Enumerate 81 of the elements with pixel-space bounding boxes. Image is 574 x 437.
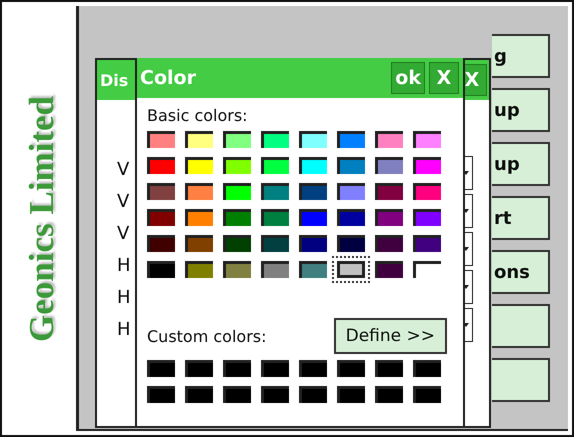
row-label: H — [117, 320, 131, 340]
color-swatch[interactable] — [299, 235, 327, 252]
color-swatch[interactable] — [375, 261, 403, 278]
custom-color-swatch[interactable] — [261, 386, 289, 403]
custom-color-swatch[interactable] — [375, 386, 403, 403]
color-swatch[interactable] — [413, 131, 441, 148]
color-swatch[interactable] — [147, 261, 175, 278]
color-swatch[interactable] — [337, 183, 365, 200]
color-swatch[interactable] — [185, 131, 213, 148]
color-swatch[interactable] — [413, 209, 441, 226]
menu-button[interactable]: rt — [492, 196, 550, 240]
color-swatch[interactable] — [147, 183, 175, 200]
menu-button[interactable]: up — [492, 88, 550, 132]
custom-color-swatch[interactable] — [223, 360, 251, 377]
custom-color-swatch[interactable] — [299, 360, 327, 377]
color-swatch[interactable] — [375, 209, 403, 226]
custom-color-swatch[interactable] — [337, 360, 365, 377]
color-swatch[interactable] — [185, 157, 213, 174]
custom-color-swatch[interactable] — [147, 360, 175, 377]
color-swatch[interactable] — [223, 209, 251, 226]
define-button[interactable]: Define >> — [334, 318, 447, 354]
menu-button[interactable]: g — [492, 34, 550, 78]
color-swatch[interactable] — [147, 131, 175, 148]
basic-colors-label: Basic colors: — [147, 106, 249, 125]
color-swatch[interactable] — [375, 157, 403, 174]
color-swatch[interactable] — [375, 235, 403, 252]
row-label: V — [117, 160, 130, 180]
color-swatch[interactable] — [223, 235, 251, 252]
color-swatch[interactable] — [299, 157, 327, 174]
color-swatch[interactable] — [299, 261, 327, 278]
row-label: V — [117, 224, 130, 244]
color-swatch[interactable] — [299, 131, 327, 148]
color-swatch[interactable] — [185, 235, 213, 252]
custom-color-swatch[interactable] — [337, 386, 365, 403]
color-swatch[interactable] — [223, 261, 251, 278]
row-label: V — [117, 192, 130, 212]
dialog-title: Dis — [99, 70, 128, 90]
color-swatch[interactable] — [147, 235, 175, 252]
color-swatch[interactable] — [147, 209, 175, 226]
custom-color-swatch[interactable] — [147, 386, 175, 403]
color-swatch[interactable] — [337, 157, 365, 174]
company-logo: Geonics Limited — [22, 96, 62, 342]
row-label: H — [117, 288, 131, 308]
color-swatch[interactable] — [223, 157, 251, 174]
menu-button[interactable]: ons — [492, 250, 550, 294]
color-swatch[interactable] — [375, 131, 403, 148]
custom-color-swatch[interactable] — [413, 360, 441, 377]
color-swatch[interactable] — [223, 183, 251, 200]
color-swatch[interactable] — [299, 183, 327, 200]
color-swatch[interactable] — [413, 157, 441, 174]
row-label: H — [117, 256, 131, 276]
color-swatch[interactable] — [261, 261, 289, 278]
color-swatch[interactable] — [185, 209, 213, 226]
color-swatch[interactable] — [261, 157, 289, 174]
color-swatch[interactable] — [185, 183, 213, 200]
color-swatch[interactable] — [147, 157, 175, 174]
color-swatch[interactable] — [299, 209, 327, 226]
custom-color-swatch[interactable] — [185, 360, 213, 377]
color-swatch[interactable] — [337, 209, 365, 226]
blank-button[interactable] — [492, 358, 550, 402]
color-swatch[interactable] — [337, 235, 365, 252]
menu-button[interactable]: up — [492, 142, 550, 186]
color-swatch[interactable] — [223, 131, 251, 148]
custom-color-swatch[interactable] — [299, 386, 327, 403]
dialog-title: Color — [139, 67, 197, 89]
color-swatch[interactable] — [261, 131, 289, 148]
color-swatch[interactable] — [261, 235, 289, 252]
custom-color-swatch[interactable] — [223, 386, 251, 403]
custom-colors-label: Custom colors: — [147, 326, 267, 346]
custom-color-swatch[interactable] — [185, 386, 213, 403]
custom-color-swatch[interactable] — [375, 360, 403, 377]
color-swatch[interactable] — [261, 183, 289, 200]
custom-color-swatch[interactable] — [413, 386, 441, 403]
color-swatch[interactable] — [337, 131, 365, 148]
custom-color-swatch[interactable] — [261, 360, 289, 377]
color-swatch[interactable] — [413, 235, 441, 252]
color-swatch[interactable] — [185, 261, 213, 278]
color-swatch[interactable] — [375, 183, 403, 200]
blank-button[interactable] — [492, 304, 550, 348]
color-swatch[interactable] — [413, 183, 441, 200]
color-swatch[interactable] — [261, 209, 289, 226]
